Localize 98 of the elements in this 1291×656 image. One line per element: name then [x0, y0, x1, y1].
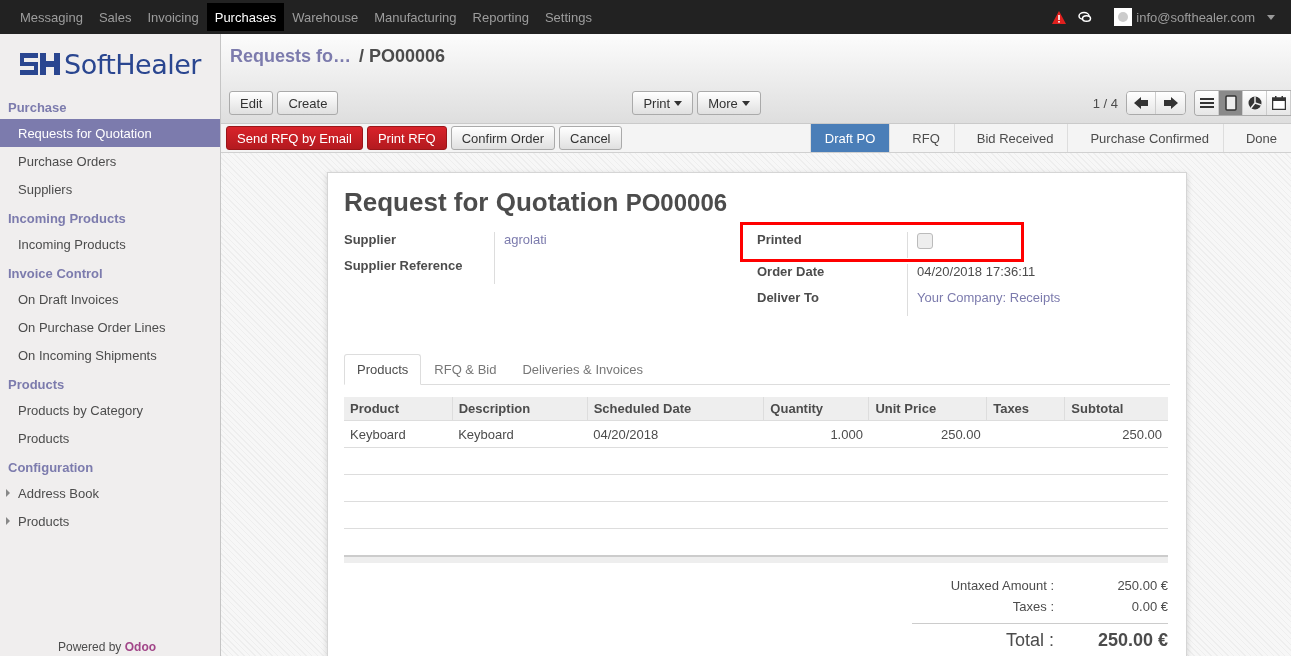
field-label: Supplier Reference — [344, 258, 464, 273]
workflow-button[interactable]: Cancel — [559, 126, 622, 150]
sidebar-item[interactable]: Purchase Orders — [0, 147, 220, 175]
field-label: Deliver To — [757, 290, 820, 305]
notebook-tab[interactable]: RFQ & Bid — [421, 354, 510, 385]
sidebar-section-title: Purchase — [7, 99, 68, 117]
previous-button[interactable] — [1127, 92, 1156, 114]
column-header[interactable]: Unit Price — [868, 397, 987, 421]
action-button[interactable]: Create — [277, 91, 339, 115]
notebook-tab[interactable]: Products — [344, 354, 422, 385]
top-menu-item[interactable]: Manufacturing — [366, 0, 465, 34]
field-link[interactable]: agrolati — [504, 232, 547, 247]
workflow-button[interactable]: Confirm Order — [450, 126, 556, 150]
field-link[interactable]: Your Company: Receipts — [917, 290, 1061, 305]
sidebar-item[interactable]: Incoming Products — [0, 230, 220, 258]
caret-icon — [674, 100, 683, 106]
total-value: 250.00 € — [1097, 630, 1168, 651]
graph-view-button[interactable] — [1243, 91, 1267, 115]
table-cell: 250.00 — [1064, 420, 1168, 448]
list-icon — [1199, 97, 1214, 109]
expand-arrow-icon[interactable] — [6, 489, 10, 497]
user-menu[interactable]: info@softhealer.com — [1136, 9, 1255, 25]
column-header[interactable]: Subtotal — [1064, 397, 1168, 421]
chat-bubbles-icon[interactable] — [1078, 11, 1093, 23]
column-header[interactable]: Scheduled Date — [587, 397, 764, 421]
workflow-button[interactable]: Print RFQ — [366, 126, 447, 150]
top-menu-item[interactable]: Purchases — [206, 3, 285, 31]
breadcrumb-current: / PO00006 — [359, 46, 446, 66]
powered-by-text: Powered by — [58, 640, 122, 654]
pie-chart-icon — [1247, 96, 1262, 110]
sidebar-section-title: Products — [7, 376, 66, 394]
dropdown-button[interactable]: Print — [632, 91, 694, 115]
field-label: Supplier — [344, 232, 397, 247]
total-value: 0.00 € — [1131, 599, 1168, 614]
top-menu-item[interactable]: Messaging — [12, 0, 91, 34]
top-menu-item[interactable]: Sales — [90, 0, 140, 34]
action-button[interactable]: Edit — [229, 91, 274, 115]
next-button[interactable] — [1156, 92, 1185, 114]
sidebar-section-title: Configuration — [7, 459, 95, 477]
top-menu-item[interactable]: Reporting — [464, 0, 537, 34]
printed-checkbox[interactable] — [917, 233, 933, 249]
sidebar-item[interactable]: Requests for Quotation — [0, 119, 220, 147]
sidebar-item[interactable]: Products — [0, 424, 220, 452]
status-stage[interactable]: Draft PO — [809, 124, 890, 152]
sidebar-item[interactable]: On Draft Invoices — [0, 285, 220, 313]
field-label: Printed — [757, 232, 803, 247]
status-stage[interactable]: Purchase Confirmed — [1067, 124, 1223, 152]
total-label: Total : — [1004, 630, 1054, 651]
column-header[interactable]: Description — [452, 397, 588, 421]
table-cell: 250.00 — [868, 420, 987, 448]
dropdown-button[interactable]: More — [697, 91, 761, 115]
expand-arrow-icon[interactable] — [6, 517, 10, 525]
sidebar-item[interactable]: On Purchase Order Lines — [0, 313, 220, 341]
top-menu-item[interactable]: Invoicing — [139, 0, 207, 34]
sidebar-item[interactable]: Products by Category — [0, 396, 220, 424]
caret-icon — [741, 100, 750, 106]
list-view-button[interactable] — [1195, 91, 1219, 115]
caret-icon[interactable] — [1267, 14, 1275, 20]
sidebar-item[interactable]: Address Book — [0, 479, 220, 507]
sidebar-item[interactable]: Suppliers — [0, 175, 220, 203]
calendar-icon — [1271, 96, 1286, 110]
notebook-tab[interactable]: Deliveries & Invoices — [509, 354, 657, 385]
pager-text: 1 / 4 — [1092, 95, 1118, 111]
column-header[interactable]: Taxes — [986, 397, 1065, 421]
form-icon — [1224, 95, 1237, 111]
logo-mark-icon — [20, 53, 60, 75]
avatar-icon[interactable] — [1114, 8, 1133, 26]
sidebar-item[interactable]: On Incoming Shipments — [0, 341, 220, 369]
field-value: 04/20/2018 17:36:11 — [917, 264, 1036, 279]
odoo-link[interactable]: Odoo — [124, 640, 157, 654]
sidebar-section-title: Incoming Products — [7, 210, 127, 228]
column-header[interactable]: Quantity — [763, 397, 869, 421]
status-stage[interactable]: Bid Received — [953, 124, 1068, 152]
top-menu-item[interactable]: Settings — [536, 0, 600, 34]
warning-icon[interactable] — [1052, 10, 1067, 24]
right-arrow-icon — [1163, 97, 1178, 109]
form-view-button[interactable] — [1219, 91, 1243, 115]
status-stage[interactable]: Done — [1222, 124, 1291, 152]
table-cell: Keyboard — [452, 420, 588, 448]
form-title: Request for Quotation — [344, 187, 619, 217]
breadcrumb-link[interactable]: Requests fo… — [230, 46, 352, 66]
sidebar-section-title: Invoice Control — [7, 265, 104, 283]
total-label: Untaxed Amount : — [949, 578, 1054, 593]
sidebar-item[interactable]: Products — [0, 507, 220, 535]
table-cell: 1.000 — [763, 420, 869, 448]
calendar-view-button[interactable] — [1267, 91, 1291, 115]
logo-text: SoftHealer — [64, 48, 201, 80]
order-number: PO00006 — [625, 189, 728, 216]
field-label: Order Date — [757, 264, 826, 279]
workflow-button[interactable]: Send RFQ by Email — [226, 126, 363, 150]
table-cell: Keyboard — [344, 420, 453, 448]
total-value: 250.00 € — [1117, 578, 1168, 593]
total-label: Taxes : — [1011, 599, 1054, 614]
top-menu-item[interactable]: Warehouse — [284, 0, 367, 34]
column-header[interactable]: Product — [344, 397, 453, 421]
status-stage[interactable]: RFQ — [889, 124, 954, 152]
table-cell: 04/20/2018 — [587, 420, 764, 448]
left-arrow-icon — [1134, 97, 1148, 109]
